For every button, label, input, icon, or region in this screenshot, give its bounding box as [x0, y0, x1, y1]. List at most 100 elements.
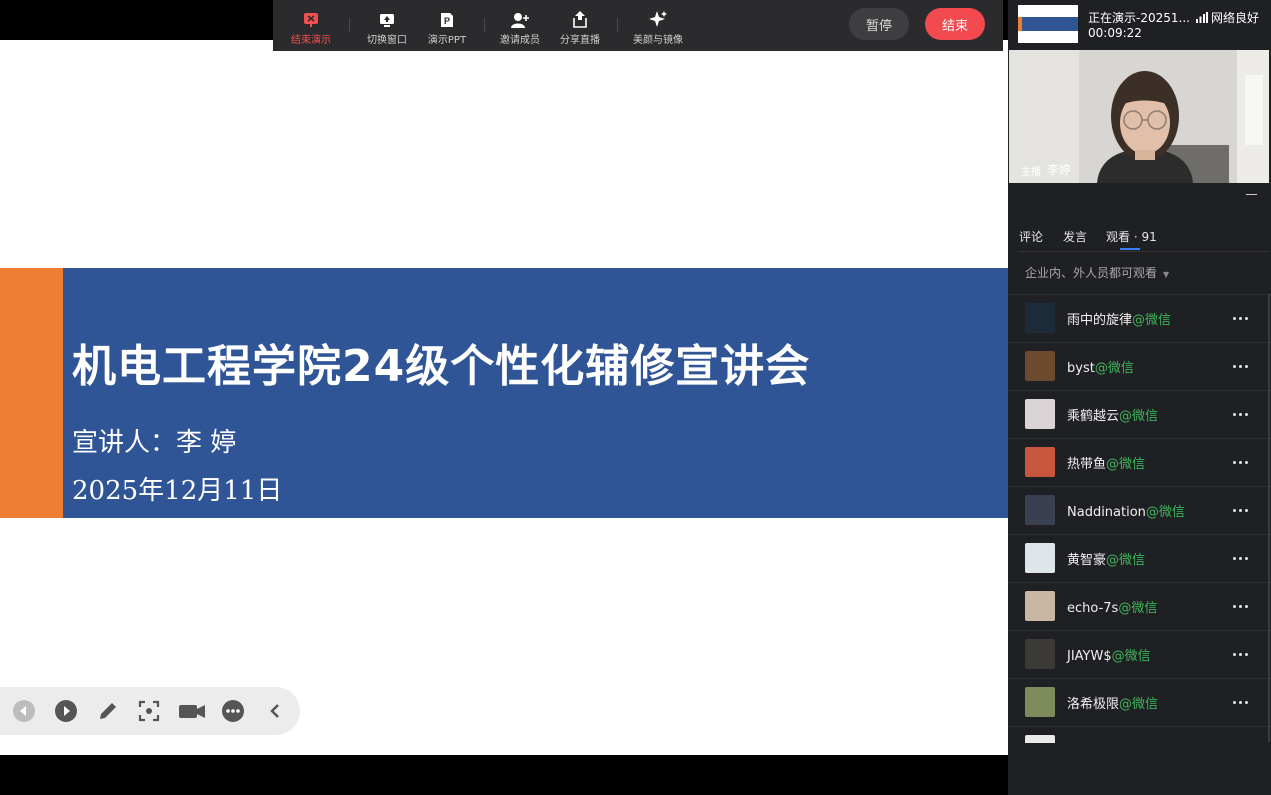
viewer-row[interactable]: 黄智豪@微信 — [1008, 535, 1271, 583]
viewer-row[interactable]: 热带鱼@微信 — [1008, 439, 1271, 487]
viewing-permission-dropdown[interactable]: 企业内、外人员都可观看 ▼ — [1025, 264, 1169, 281]
viewer-row[interactable]: Naddination@微信 — [1008, 487, 1271, 535]
viewer-avatar — [1025, 735, 1055, 743]
beauty-mirror-button[interactable]: 美颜与镜像 — [623, 6, 693, 48]
viewer-avatar — [1025, 351, 1055, 381]
viewer-source: @微信 — [1119, 409, 1159, 424]
present-ppt-button[interactable]: P 演示PPT — [412, 6, 482, 48]
slide-date: 2025年12月11日 — [72, 476, 283, 506]
screenshot-icon[interactable] — [137, 699, 161, 723]
viewer-row[interactable]: 乘鹤越云@微信 — [1008, 391, 1271, 439]
viewer-nickname: 热带鱼 — [1067, 457, 1107, 472]
viewer-avatar — [1025, 687, 1055, 717]
viewer-avatar — [1025, 591, 1055, 621]
viewer-name: 乘鹤越云@微信 — [1067, 405, 1158, 424]
presentation-slide: 机电工程学院24级个性化辅修宣讲会 宣讲人：李 婷 2025年12月11日 — [0, 40, 1008, 755]
permission-label: 企业内、外人员都可观看 — [1025, 266, 1158, 280]
slide-presenter: 宣讲人：李 婷 — [72, 428, 237, 458]
presenting-title: 正在演示-20251... — [1088, 11, 1190, 25]
viewer-row[interactable]: byst@微信 — [1008, 343, 1271, 391]
viewer-more-icon[interactable] — [1228, 693, 1252, 711]
viewer-source: @微信 — [1111, 649, 1151, 664]
live-side-panel: 正在演示-20251... 00:09:22 网络良好 主播 李婷 评论 发言 … — [1008, 0, 1271, 795]
slide-title: 机电工程学院24级个性化辅修宣讲会 — [72, 341, 811, 392]
viewer-row[interactable]: echo-7s@微信 — [1008, 583, 1271, 631]
viewer-source: @微信 — [1145, 505, 1185, 520]
present-ppt-label: 演示PPT — [427, 35, 467, 46]
viewer-more-icon[interactable] — [1228, 597, 1252, 615]
viewer-source: @微信 — [1106, 553, 1146, 568]
viewer-list: 雨中的旋律@微信 byst@微信 乘鹤越云@微信 热带鱼@微信 Naddination@… — [1008, 294, 1271, 743]
viewer-source: @微信 — [1132, 313, 1172, 328]
screen-thumbnail — [1018, 5, 1078, 43]
viewer-name: 热带鱼@微信 — [1067, 453, 1145, 472]
viewer-more-icon[interactable] — [1228, 549, 1252, 567]
viewer-more-icon[interactable] — [1228, 501, 1252, 519]
minimize-button[interactable] — [1246, 188, 1258, 200]
stop-presenting-label: 结束演示 — [291, 35, 331, 46]
end-button[interactable]: 结束 — [925, 8, 985, 40]
viewer-more-icon[interactable] — [1228, 405, 1252, 423]
presenter-toolbar: 结束演示 切换窗口 P 演示PPT 邀请成员 分享直播 美颜与镜像 暂停 结束 — [273, 0, 1003, 51]
viewer-name: 黄智豪@微信 — [1067, 549, 1145, 568]
ppt-icon: P — [412, 6, 482, 28]
stop-presenting-button[interactable]: 结束演示 — [276, 6, 346, 48]
beauty-mirror-label: 美颜与镜像 — [633, 35, 683, 46]
viewer-nickname: 黄智豪 — [1067, 553, 1107, 568]
viewer-row[interactable]: JIAYW$@微信 — [1008, 631, 1271, 679]
camera-icon[interactable] — [178, 699, 206, 723]
panel-tabs: 评论 发言 观看 · 91 — [1008, 224, 1271, 252]
viewer-name: 雨中的旋律@微信 — [1067, 309, 1171, 328]
viewer-name: echo-7s@微信 — [1067, 597, 1157, 616]
share-live-button[interactable]: 分享直播 — [545, 6, 615, 48]
viewer-nickname: JIAYW$ — [1067, 649, 1112, 664]
beauty-icon — [623, 6, 693, 28]
viewer-more-icon[interactable] — [1228, 453, 1252, 471]
viewer-more-icon[interactable] — [1228, 309, 1252, 327]
tab-viewers[interactable]: 观看 · 91 — [1106, 228, 1157, 245]
tab-speak[interactable]: 发言 — [1063, 228, 1087, 245]
network-status: 网络良好 — [1196, 9, 1259, 26]
host-camera-view: 主播 李婷 — [1009, 50, 1269, 183]
play-icon[interactable] — [54, 699, 78, 723]
viewer-avatar — [1025, 303, 1055, 333]
host-role-tag: 主播 — [1021, 167, 1041, 178]
prev-icon[interactable] — [12, 699, 36, 723]
elapsed-time: 00:09:22 — [1088, 26, 1142, 40]
host-name: 李婷 — [1047, 163, 1072, 177]
pause-button[interactable]: 暂停 — [849, 8, 909, 40]
viewer-nickname: 雨中的旋律 — [1067, 313, 1133, 328]
viewer-nickname: echo-7s — [1067, 601, 1119, 616]
viewer-avatar — [1025, 399, 1055, 429]
viewer-row[interactable] — [1008, 727, 1271, 743]
viewer-avatar — [1025, 495, 1055, 525]
scrollbar[interactable] — [1268, 294, 1270, 742]
tabs-divider — [1018, 251, 1268, 252]
viewer-avatar — [1025, 447, 1055, 477]
viewer-avatar — [1025, 543, 1055, 573]
viewer-row[interactable]: 雨中的旋律@微信 — [1008, 295, 1271, 343]
viewer-source: @微信 — [1094, 361, 1134, 376]
collapse-left-icon[interactable] — [264, 699, 288, 723]
viewer-more-icon[interactable] — [1228, 645, 1252, 663]
share-live-label: 分享直播 — [560, 35, 600, 46]
viewer-nickname: 洛希极限 — [1067, 697, 1120, 712]
viewer-source: @微信 — [1119, 697, 1159, 712]
pen-icon[interactable] — [96, 699, 120, 723]
viewer-nickname: 乘鹤越云 — [1067, 409, 1120, 424]
viewer-name: byst@微信 — [1067, 357, 1134, 376]
viewer-source: @微信 — [1106, 457, 1146, 472]
accent-stripe — [0, 268, 63, 518]
tab-comments[interactable]: 评论 — [1019, 228, 1043, 245]
viewer-name: JIAYW$@微信 — [1067, 645, 1151, 664]
svg-text:P: P — [444, 16, 450, 26]
viewer-more-icon[interactable] — [1228, 357, 1252, 375]
caret-down-icon: ▼ — [1163, 270, 1170, 279]
title-band: 机电工程学院24级个性化辅修宣讲会 宣讲人：李 婷 2025年12月11日 — [0, 268, 1008, 518]
more-icon[interactable] — [221, 699, 245, 723]
slide-control-bar — [0, 687, 300, 735]
viewer-row[interactable]: 洛希极限@微信 — [1008, 679, 1271, 727]
network-label: 网络良好 — [1211, 11, 1260, 25]
live-status-header: 正在演示-20251... 00:09:22 网络良好 — [1008, 0, 1271, 48]
viewer-more-icon[interactable] — [1228, 741, 1252, 743]
